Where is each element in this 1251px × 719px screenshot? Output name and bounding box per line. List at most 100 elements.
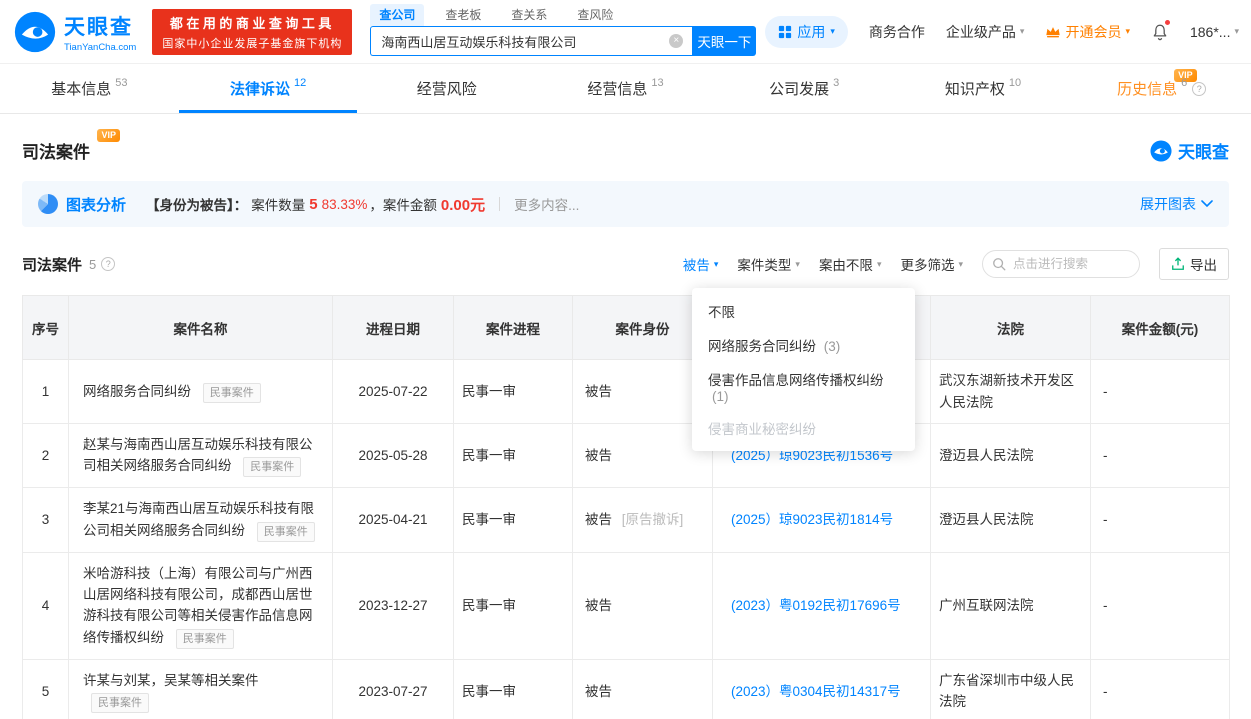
vip-badge: VIP: [97, 129, 120, 143]
cell-amount: -: [1090, 658, 1230, 719]
case-number-link[interactable]: (2023）粤0192民初17696号: [731, 598, 901, 613]
case-count-label: 案件数量: [251, 198, 306, 213]
tab-history-info[interactable]: VIP 历史信息 6: [1072, 64, 1251, 113]
table-row: 5 许某与刘某，吴某等相关案件 民事案件 2023-07-27 民事一审 被告 …: [22, 658, 1230, 719]
notification-dot: [1163, 18, 1171, 26]
filter-more[interactable]: 更多筛选: [900, 254, 963, 274]
section-title-wrap: 司法案件 VIP: [22, 129, 126, 163]
tab-label: 经营风险: [416, 81, 477, 98]
notifications-button[interactable]: [1151, 18, 1171, 42]
section-header: 司法案件 VIP 天眼查: [22, 129, 1229, 163]
cell-case-name: 李某21与海南西山居互动娱乐科技有限公司相关网络服务合同纠纷 民事案件: [68, 487, 333, 553]
chart-analysis-bar: 图表分析 【身份为被告】： 案件数量 5 83.33% ，案件金额 0.00元 …: [22, 181, 1229, 227]
apps-menu-button[interactable]: 应用: [765, 15, 848, 48]
chevron-down-icon: [1234, 26, 1239, 37]
case-type-tag: 民事案件: [256, 521, 315, 542]
tab-basic-info[interactable]: 基本信息 53: [0, 64, 179, 113]
cell-case-no: (2023）粤0192民初17696号: [712, 551, 931, 660]
open-vip-button[interactable]: 开通会员: [1045, 22, 1130, 42]
cell-amount: -: [1090, 487, 1230, 553]
filter-controls: 被告 案件类型 案由不限 更多筛选 导出: [683, 248, 1229, 280]
filter-identity-defendant[interactable]: 被告: [683, 254, 719, 274]
table-row: 4 米哈游科技（上海）有限公司与广州西山居网络科技有限公司，成都西山居世游科技有…: [22, 551, 1230, 660]
open-vip-label: 开通会员: [1065, 23, 1122, 40]
help-icon[interactable]: [1192, 81, 1207, 96]
tab-intellectual-property[interactable]: 知识产权 10: [894, 64, 1073, 113]
case-percent-value: 83.33%: [321, 196, 368, 212]
filter-case-type[interactable]: 案件类型: [737, 254, 800, 274]
chevron-down-icon: [795, 259, 800, 270]
dropdown-item-infringement-dissemination[interactable]: 侵害作品信息网络传播权纠纷 (1): [692, 362, 915, 411]
expand-chart-button[interactable]: 展开图表: [1140, 194, 1213, 214]
help-icon[interactable]: [101, 257, 116, 271]
dropdown-item-unlimited[interactable]: 不限: [692, 294, 915, 328]
case-amount-value: 0.00元: [440, 196, 486, 214]
filter-case-cause[interactable]: 案由不限: [819, 254, 882, 274]
company-search-input[interactable]: [370, 26, 693, 56]
filter-label: 案由不限: [818, 258, 873, 273]
filter-label: 更多筛选: [900, 258, 955, 273]
cell-identity: 被告: [572, 658, 713, 719]
apps-menu-label: 应用: [797, 23, 826, 40]
col-header-court: 法院: [930, 295, 1091, 360]
section-title: 司法案件: [22, 143, 90, 162]
logo-title: 天眼查: [64, 15, 133, 39]
cell-case-name: 赵某与海南西山居互动娱乐科技有限公司相关网络服务合同纠纷 民事案件: [68, 422, 333, 489]
case-amount-label: ，案件金额: [369, 198, 437, 213]
tab-business-info[interactable]: 经营信息 13: [536, 64, 715, 113]
tab-count: 12: [293, 76, 307, 89]
filter-label: 被告: [682, 258, 710, 273]
identity-label: 【身份为被告】：: [146, 198, 248, 213]
cell-case-no: (2023）粤0304民初14317号: [712, 658, 931, 719]
case-number-link[interactable]: (2025）琼9023民初1814号: [731, 512, 893, 527]
case-type-tag: 民事案件: [202, 382, 261, 403]
case-name-text: 网络服务合同纠纷: [83, 383, 191, 399]
chart-analysis-label[interactable]: 图表分析: [66, 194, 126, 215]
search-tab-relation[interactable]: 查关系: [502, 4, 556, 26]
logo-text: 天眼查 TianYanCha.com: [64, 11, 136, 53]
chevron-down-icon: [1020, 26, 1025, 37]
dropdown-item-trade-secret[interactable]: 侵害商业秘密纠纷: [692, 411, 915, 445]
dropdown-item-label: 网络服务合同纠纷: [708, 339, 816, 354]
search-icon: [993, 258, 1006, 271]
search-tab-boss[interactable]: 查老板: [436, 4, 490, 26]
cell-case-no: (2025）琼9023民初1814号: [712, 487, 931, 553]
tab-legal-proceedings[interactable]: 法律诉讼 12: [178, 64, 358, 113]
cell-date: 2025-04-21: [332, 487, 454, 553]
cell-identity: 被告 [原告撤诉]: [572, 487, 713, 553]
cell-identity: 被告: [572, 551, 713, 660]
promo-banner-line1: 都在用的商业查询工具: [169, 15, 335, 31]
user-account-menu[interactable]: 186*...: [1190, 24, 1239, 40]
tab-label: 知识产权: [944, 81, 1005, 98]
cell-court: 澄迈县人民法院: [930, 422, 1091, 489]
search-tab-company[interactable]: 查公司: [370, 4, 425, 26]
export-button[interactable]: 导出: [1159, 248, 1229, 280]
divider: [499, 197, 501, 211]
top-header: 天眼查 TianYanCha.com 都在用的商业查询工具 国家中小企业发展子基…: [0, 0, 1251, 64]
tianyancha-eye-icon: [1150, 139, 1172, 162]
brand-watermark-label: 天眼查: [1178, 143, 1229, 162]
expand-chart-label: 展开图表: [1140, 196, 1196, 212]
tab-count: 10: [1008, 76, 1022, 89]
dropdown-item-label: 侵害作品信息网络传播权纠纷: [708, 373, 884, 388]
dropdown-item-network-service-contract[interactable]: 网络服务合同纠纷 (3): [692, 328, 915, 362]
tianyancha-logo[interactable]: 天眼查 TianYanCha.com: [14, 11, 136, 53]
identity-text: 被告: [585, 383, 612, 399]
tianyancha-legal-cases-page: { "badges": { "vip": "VIP" }, "header": …: [0, 0, 1251, 719]
cell-date: 2023-12-27: [332, 551, 454, 660]
enterprise-products-menu[interactable]: 企业级产品: [946, 22, 1025, 42]
tab-company-development[interactable]: 公司发展 3: [715, 64, 894, 113]
chevron-down-icon: [830, 26, 835, 37]
business-cooperation-link[interactable]: 商务合作: [869, 22, 925, 42]
tab-business-risk[interactable]: 经营风险: [357, 64, 536, 113]
case-number-link[interactable]: (2023）粤0304民初14317号: [731, 684, 901, 699]
cell-no: 4: [22, 551, 69, 660]
more-content-link[interactable]: 更多内容...: [514, 194, 579, 214]
search-button[interactable]: 天眼一下: [692, 26, 757, 56]
cell-case-name: 网络服务合同纠纷 民事案件: [68, 359, 333, 424]
cell-no: 3: [22, 487, 69, 553]
chevron-down-icon: [1125, 26, 1130, 37]
top-menu: 应用 商务合作 企业级产品 开通会员 186*...: [765, 15, 1239, 48]
search-tab-risk[interactable]: 查风险: [568, 4, 622, 26]
table-row: 2 赵某与海南西山居互动娱乐科技有限公司相关网络服务合同纠纷 民事案件 2025…: [22, 422, 1230, 489]
